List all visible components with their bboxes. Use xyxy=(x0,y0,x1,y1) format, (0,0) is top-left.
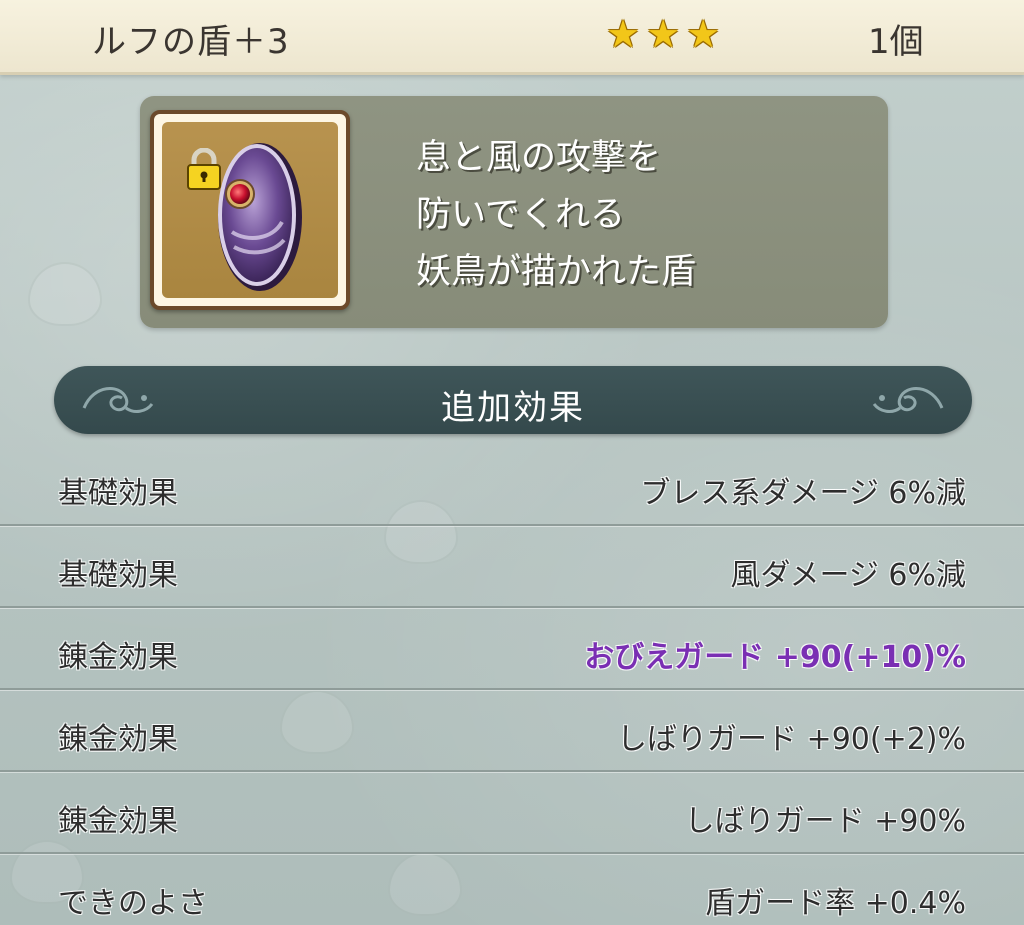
effect-label: できのよさ xyxy=(58,886,208,921)
section-banner: 追加効果 xyxy=(54,366,972,434)
rarity-stars: ★ ★ ★ xyxy=(606,14,720,54)
effect-row: 基礎効果 ブレス系ダメージ 6%減 xyxy=(0,444,1024,526)
effect-value: しばりガード +90(+2)% xyxy=(617,722,966,757)
item-header: ルフの盾＋3 ★ ★ ★ 1個 xyxy=(0,0,1024,75)
effect-label: 基礎効果 xyxy=(58,558,178,593)
effect-label: 基礎効果 xyxy=(58,476,178,511)
effect-value: 盾ガード率 +0.4% xyxy=(705,886,966,921)
item-description: 息と風の攻撃を 防いでくれる 妖鳥が描かれた盾 xyxy=(416,130,876,301)
item-name: ルフの盾＋3 xyxy=(92,22,290,62)
star-icon: ★ xyxy=(686,12,721,56)
item-count: 1個 xyxy=(868,22,924,62)
effect-label: 錬金効果 xyxy=(58,722,178,757)
star-icon: ★ xyxy=(606,12,641,56)
effect-value: しばりガード +90% xyxy=(684,804,966,839)
effect-value: ブレス系ダメージ 6%減 xyxy=(640,476,966,511)
description-line: 防いでくれる xyxy=(416,195,625,235)
effect-label: 錬金効果 xyxy=(58,804,178,839)
flourish-right-icon xyxy=(872,387,944,413)
effect-value-highlighted: おびえガード +90(+10)% xyxy=(584,640,966,675)
description-line: 妖鳥が描かれた盾 xyxy=(416,252,697,292)
item-icon-frame xyxy=(150,110,350,310)
description-line: 息と風の攻撃を xyxy=(416,138,662,178)
effect-row: 基礎効果 風ダメージ 6%減 xyxy=(0,526,1024,608)
section-title: 追加効果 xyxy=(441,388,585,428)
effect-row: 錬金効果 しばりガード +90% xyxy=(0,772,1024,854)
effect-value: 風ダメージ 6%減 xyxy=(730,558,966,593)
effect-row: 錬金効果 しばりガード +90(+2)% xyxy=(0,690,1024,772)
effect-label: 錬金効果 xyxy=(58,640,178,675)
effect-row: 錬金効果 おびえガード +90(+10)% xyxy=(0,608,1024,690)
lock-icon xyxy=(187,148,221,190)
star-icon: ★ xyxy=(646,12,681,56)
effects-list: 基礎効果 ブレス系ダメージ 6%減 基礎効果 風ダメージ 6%減 錬金効果 おび… xyxy=(0,444,1024,925)
effect-row: できのよさ 盾ガード率 +0.4% xyxy=(0,854,1024,925)
